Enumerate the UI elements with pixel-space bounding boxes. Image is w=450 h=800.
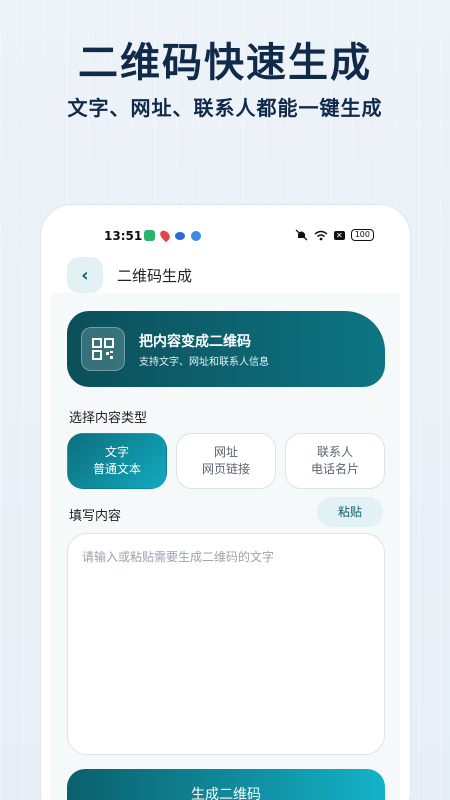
page-title: 二维码生成: [117, 267, 193, 285]
hero-subtitle: 文字、网址、联系人都能一键生成: [67, 96, 383, 120]
location-notification-icon: [158, 228, 172, 243]
type-option-desc: 网页链接: [201, 462, 250, 476]
paste-button[interactable]: 粘贴: [317, 497, 383, 527]
phone-frame: 13:51 ✕ 100 ‹ 二维码生成 把内容变成二维码 支持文字、网址和联系人…: [40, 204, 411, 800]
content-type-selector: 文字 普通文本 网址 网页链接 联系人 电话名片: [67, 433, 385, 491]
banner-subtitle: 支持文字、网址和联系人信息: [139, 357, 269, 368]
type-option-contact[interactable]: 联系人 电话名片: [285, 433, 385, 489]
wifi-icon: [314, 230, 328, 240]
content-type-label: 选择内容类型: [69, 411, 148, 426]
type-option-desc: 电话名片: [310, 462, 359, 476]
notification-icons: [144, 228, 201, 243]
status-time: 13:51: [104, 229, 143, 243]
mute-icon: [295, 229, 308, 241]
status-bar: 13:51 ✕ 100: [41, 227, 410, 247]
hero-title: 二维码快速生成: [78, 40, 372, 86]
type-option-title: 联系人: [316, 445, 353, 459]
fill-content-label: 填写内容: [69, 509, 122, 524]
system-status-icons: ✕ 100: [295, 229, 374, 241]
type-option-title: 网址: [213, 445, 238, 459]
bird-notification-icon: [175, 231, 185, 240]
top-nav: ‹ 二维码生成: [67, 257, 410, 297]
banner-title: 把内容变成二维码: [139, 334, 251, 350]
type-option-text[interactable]: 文字 普通文本: [67, 433, 167, 489]
generate-qr-button[interactable]: 生成二维码: [67, 769, 385, 800]
globe-notification-icon: [191, 230, 201, 241]
battery-icon: 100: [350, 229, 374, 241]
sim-off-icon: ✕: [334, 230, 345, 240]
type-option-title: 文字: [104, 445, 129, 459]
qr-code-icon: [81, 327, 125, 371]
type-option-url[interactable]: 网址 网页链接: [176, 433, 276, 489]
intro-banner: 把内容变成二维码 支持文字、网址和联系人信息: [67, 311, 385, 387]
chevron-left-icon: ‹: [81, 264, 89, 286]
shield-notification-icon: [144, 230, 155, 241]
type-option-desc: 普通文本: [92, 462, 141, 476]
back-button[interactable]: ‹: [67, 257, 103, 293]
content-input[interactable]: 请输入或粘贴需要生成二维码的文字: [67, 533, 385, 755]
